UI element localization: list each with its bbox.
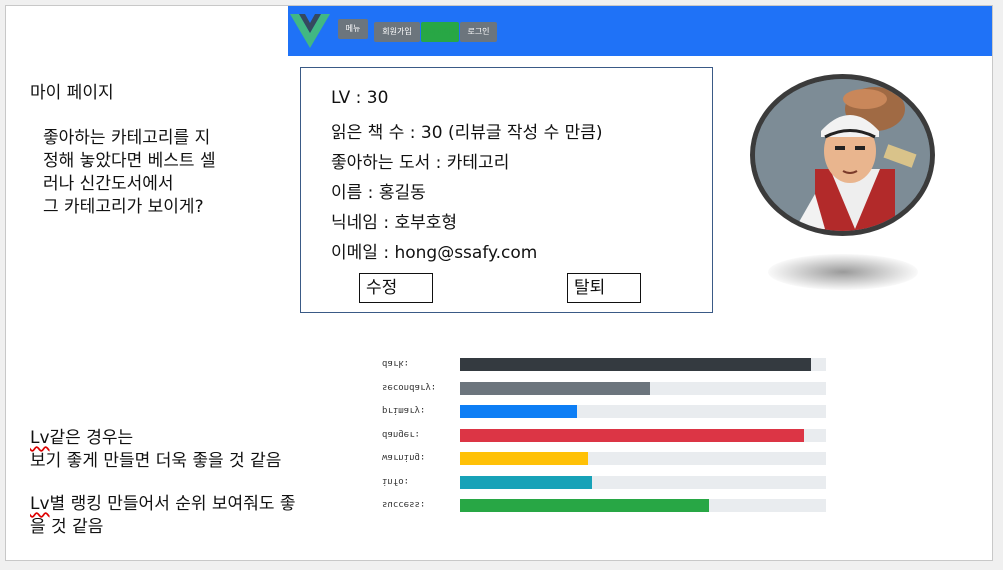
category-note-line-3: 러나 신간도서에서	[43, 174, 174, 194]
favorite-text: 좋아하는 도서 : 카테고리	[331, 153, 510, 173]
lv-note-line-1: Lv같은 경우는	[30, 427, 133, 450]
progress-bar-warning	[460, 452, 826, 465]
avatar-shadow	[768, 254, 918, 290]
progress-bar-info	[460, 476, 826, 489]
email-text: 이메일 : hong@ssafy.com	[331, 243, 538, 263]
progress-bar-success	[460, 499, 826, 512]
progress-fill-primary	[460, 405, 578, 418]
bar-label-danger: danger:	[382, 429, 420, 439]
lv-note-text-3: 별 랭킹 만들어서 순위 보여줘도 좋	[49, 494, 296, 514]
progress-fill-secondary	[460, 382, 651, 395]
profile-avatar	[750, 74, 935, 236]
edit-button[interactable]: 수정	[359, 273, 433, 303]
withdraw-button[interactable]: 탈퇴	[567, 273, 641, 303]
category-note-line-1: 좋아하는 카테고리를 지	[43, 128, 211, 148]
progress-bar-primary	[460, 405, 826, 418]
lv-note-line-3: Lv별 랭킹 만들어서 순위 보여줘도 좋	[30, 493, 296, 516]
name-text: 이름 : 홍길동	[331, 183, 426, 203]
category-note-line-4: 그 카테고리가 보이게?	[43, 197, 204, 217]
progress-fill-info	[460, 476, 592, 489]
nickname-text: 닉네임 : 호부호형	[331, 213, 458, 233]
category-note-line-2: 정해 놓았다면 베스트 셀	[43, 151, 216, 171]
nav-mypage-button[interactable]: 마이페이지	[421, 22, 459, 42]
books-read-text: 읽은 책 수 : 30 (리뷰글 작성 수 만큼)	[331, 123, 603, 143]
bar-label-warning: warning:	[382, 452, 426, 462]
page-title: 마이 페이지	[30, 83, 114, 103]
bar-label-success: success:	[382, 499, 426, 509]
lv-word-2: Lv	[30, 494, 50, 514]
bar-label-info: info:	[382, 476, 410, 486]
vue-logo-icon[interactable]	[290, 10, 330, 50]
lv-note-text-1: 같은 경우는	[49, 428, 134, 448]
progress-bar-secondary	[460, 382, 826, 395]
bar-label-dark: dark:	[382, 358, 410, 368]
lv-word: Lv	[30, 428, 50, 448]
progress-fill-warning	[460, 452, 589, 465]
nav-signup-button[interactable]: 회원가입	[374, 22, 420, 42]
progress-fill-dark	[460, 358, 812, 371]
bar-label-primary: primary:	[382, 405, 426, 415]
profile-info-box: LV : 30 읽은 책 수 : 30 (리뷰글 작성 수 만큼) 좋아하는 도…	[300, 67, 713, 313]
lv-note-line-4: 을 것 같음	[30, 517, 104, 537]
bar-label-secondary: secondary:	[382, 382, 437, 392]
progress-bars-panel: dark: secondary: primary: danger: warnin…	[370, 343, 840, 525]
nav-login-button[interactable]: 로그인	[460, 22, 497, 42]
nav-menu-button[interactable]: 메뉴	[338, 19, 368, 39]
lv-note-line-2: 보기 좋게 만들면 더욱 좋을 것 같음	[30, 451, 282, 471]
avatar-illustration	[755, 79, 930, 231]
progress-fill-success	[460, 499, 709, 512]
progress-bar-dark	[460, 358, 826, 371]
level-text: LV : 30	[331, 88, 389, 108]
progress-fill-danger	[460, 429, 805, 442]
navbar: 메뉴 회원가입 마이페이지 로그인	[288, 6, 992, 56]
progress-bar-danger	[460, 429, 826, 442]
